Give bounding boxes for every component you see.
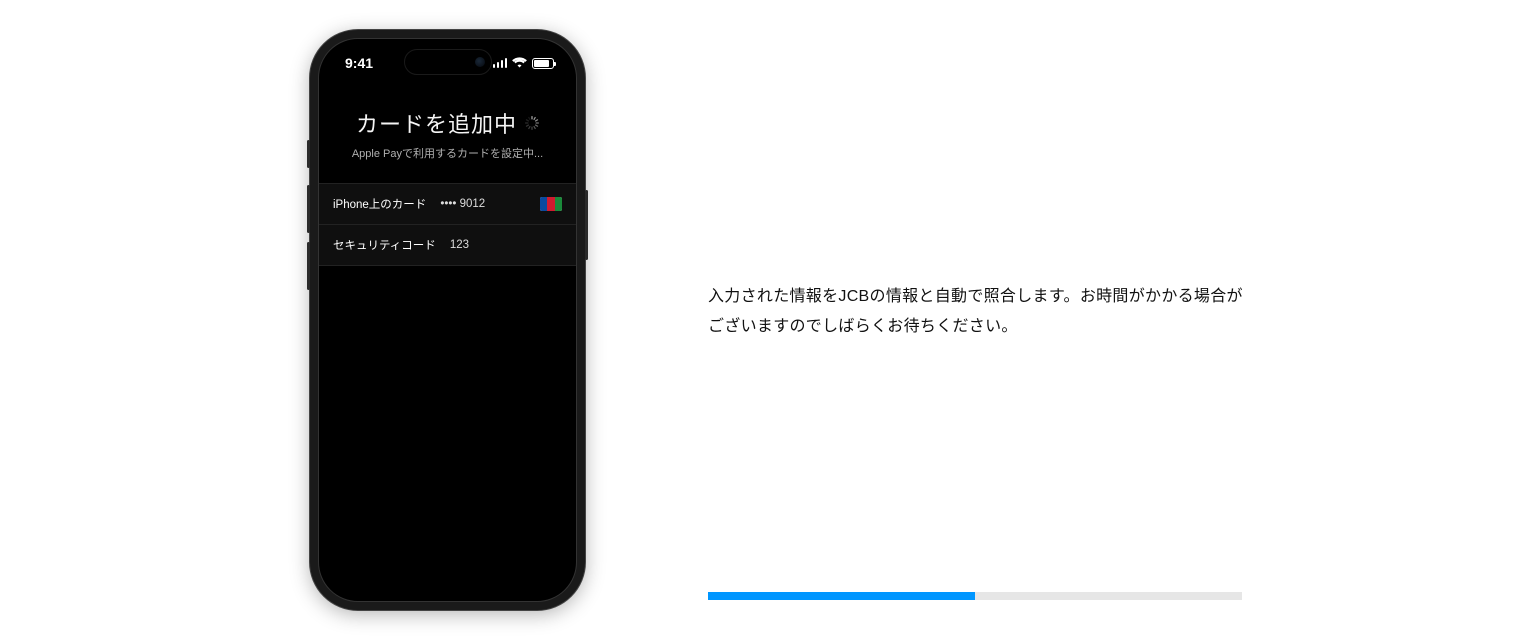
card-info-list: iPhone上のカード •••• 9012 セキュリティコード 123 bbox=[319, 183, 576, 266]
status-time: 9:41 bbox=[345, 55, 373, 71]
battery-icon bbox=[532, 58, 554, 69]
instruction-panel: 入力された情報をJCBの情報と自動で照合します。お時間がかかる場合がございますの… bbox=[708, 282, 1248, 341]
cellular-signal-icon bbox=[493, 58, 508, 68]
screen-title: カードを追加中 bbox=[356, 107, 517, 139]
row-label: iPhone上のカード bbox=[333, 196, 426, 212]
phone-screen: 9:41 カードを追加中 bbox=[318, 38, 577, 602]
phone-device-frame: 9:41 カードを追加中 bbox=[310, 30, 585, 610]
row-value: •••• 9012 bbox=[440, 198, 526, 210]
wifi-icon bbox=[512, 55, 527, 71]
screen-subtitle: Apple Payで利用するカードを設定中... bbox=[319, 145, 576, 161]
progress-fill bbox=[708, 592, 975, 600]
row-label: セキュリティコード bbox=[333, 237, 436, 253]
front-camera-icon bbox=[475, 57, 485, 67]
dynamic-island bbox=[404, 49, 492, 75]
row-value: 123 bbox=[450, 239, 562, 251]
jcb-card-icon bbox=[540, 197, 562, 211]
progress-bar bbox=[708, 592, 1242, 600]
loading-spinner-icon bbox=[525, 116, 539, 130]
card-row-card-number: iPhone上のカード •••• 9012 bbox=[319, 184, 576, 225]
instruction-text: 入力された情報をJCBの情報と自動で照合します。お時間がかかる場合がございますの… bbox=[708, 282, 1248, 341]
card-row-security-code: セキュリティコード 123 bbox=[319, 225, 576, 266]
